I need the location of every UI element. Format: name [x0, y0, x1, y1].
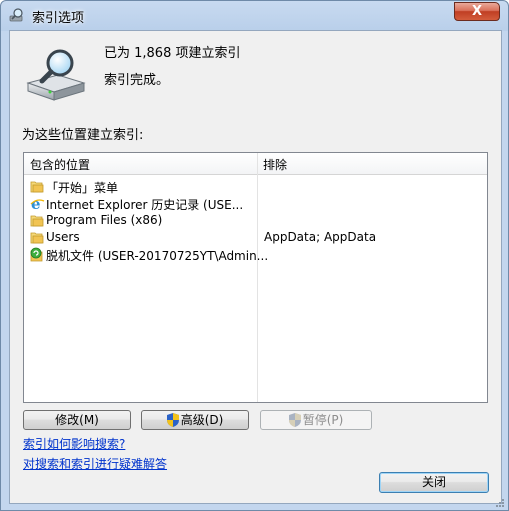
folder-icon	[30, 213, 45, 228]
how-indexing-affects-search-link[interactable]: 索引如何影响搜索?	[23, 435, 125, 452]
resize-grip-icon[interactable]	[495, 497, 505, 507]
list-item[interactable]: 「开始」菜单	[24, 178, 487, 195]
advanced-button[interactable]: 高级(D)	[141, 410, 249, 430]
column-header-excluded[interactable]: 排除	[263, 156, 287, 173]
indexing-status-text: 索引完成。	[104, 73, 170, 88]
folder-icon	[30, 179, 45, 194]
uac-shield-icon	[288, 413, 301, 427]
dialog-body: 已为 1,868 项建立索引 索引完成。 为这些位置建立索引: 包含的位置 排除…	[9, 30, 502, 504]
uac-shield-icon	[166, 413, 179, 427]
modify-button[interactable]: 修改(M)	[23, 410, 131, 430]
location-name: Users	[46, 230, 80, 244]
advanced-button-label: 高级(D)	[180, 413, 224, 427]
close-button[interactable]: 关闭	[379, 472, 489, 493]
troubleshoot-search-link[interactable]: 对搜索和索引进行疑难解答	[23, 455, 167, 472]
column-header-included[interactable]: 包含的位置	[30, 156, 90, 173]
list-item[interactable]: 脱机文件 (USER-20170725YT\Admin...	[24, 246, 487, 263]
search-magnifier-icon	[9, 7, 25, 23]
location-name: Internet Explorer 历史记录 (USE...	[46, 198, 244, 212]
window-title: 索引选项	[32, 11, 85, 26]
location-name: Program Files (x86)	[46, 213, 163, 227]
location-name: 脱机文件 (USER-20170725YT\Admin...	[46, 249, 269, 263]
list-header: 包含的位置 排除	[24, 153, 487, 175]
indexing-options-window: 索引选项 X 已为 1,868 项建立索引 索引完成。 为这些位置建立索引: 包…	[0, 0, 509, 511]
list-item[interactable]: Program Files (x86)	[24, 212, 487, 229]
list-item[interactable]: Users AppData; AppData	[24, 229, 487, 246]
indexing-drive-icon	[24, 45, 88, 105]
locations-label: 为这些位置建立索引:	[22, 128, 144, 143]
title-bar[interactable]: 索引选项 X	[1, 1, 508, 29]
close-window-button[interactable]: X	[454, 2, 500, 21]
folder-icon	[30, 230, 45, 245]
pause-button: 暂停(P)	[260, 410, 372, 430]
list-item[interactable]: e Internet Explorer 历史记录 (USE...	[24, 195, 487, 213]
indexed-locations-list[interactable]: 包含的位置 排除 「开始」菜单 e Internet Explorer 历史记录…	[23, 152, 488, 403]
indexed-count-text: 已为 1,868 项建立索引	[104, 46, 241, 61]
location-name: 「开始」菜单	[46, 181, 119, 195]
internet-explorer-icon: e	[30, 195, 45, 213]
location-exclusions: AppData; AppData	[264, 230, 377, 244]
offline-files-icon	[30, 247, 45, 262]
pause-button-label: 暂停(P)	[302, 413, 344, 427]
